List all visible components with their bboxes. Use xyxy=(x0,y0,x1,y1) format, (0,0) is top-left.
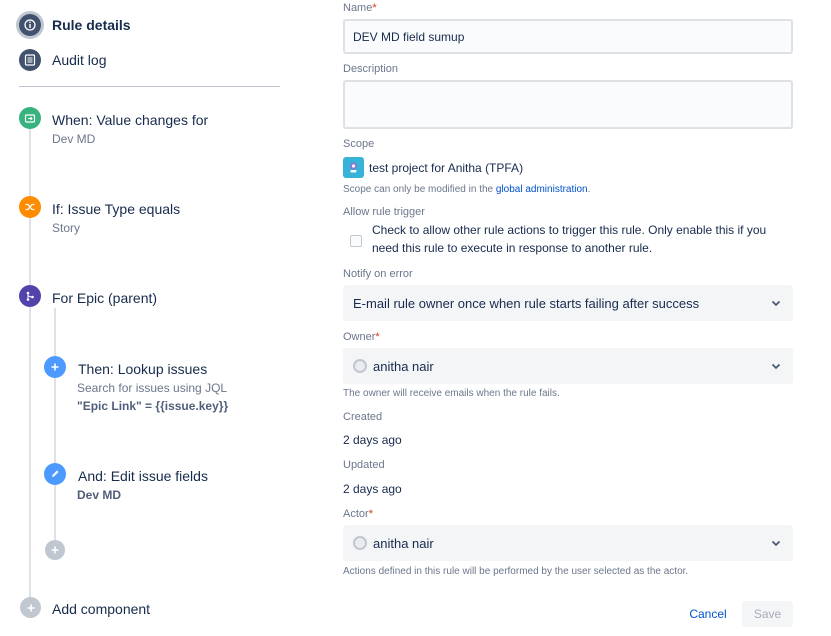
save-button[interactable]: Save xyxy=(742,601,793,627)
scope-label: Scope xyxy=(343,138,375,150)
cancel-button[interactable]: Cancel xyxy=(684,601,732,627)
updated-label: Updated xyxy=(343,459,385,471)
description-label: Description xyxy=(343,63,399,75)
scope-helper: Scope can only be modified in the global… xyxy=(343,184,591,195)
nav-divider xyxy=(19,86,280,87)
lookup-subtitle: Search for issues using JQL xyxy=(77,381,228,395)
owner-label: Owner* xyxy=(343,331,380,343)
lookup-title: Then: Lookup issues xyxy=(78,361,208,377)
actor-select-value: anitha nair xyxy=(373,535,434,551)
actor-label: Actor* xyxy=(343,508,373,520)
allow-trigger-label: Allow rule trigger xyxy=(343,206,425,218)
chevron-down-icon xyxy=(771,540,781,547)
nav-rule-details[interactable]: Rule details xyxy=(19,14,131,36)
trigger-icon xyxy=(19,107,41,129)
notify-select-value: E-mail rule owner once when rule starts … xyxy=(353,295,700,311)
add-component-label: Add component xyxy=(52,601,151,617)
scope-project-name: test project for Anitha (TPFA) xyxy=(369,160,524,175)
edit-title: And: Edit issue fields xyxy=(78,468,208,484)
edit-field: Dev MD xyxy=(77,488,122,502)
branch-title: For Epic (parent) xyxy=(52,290,158,306)
actor-select[interactable]: anitha nair xyxy=(343,525,793,561)
name-label: Name* xyxy=(343,2,377,14)
allow-trigger-text: Check to allow other rule actions to tri… xyxy=(372,223,767,255)
trigger-title: When: Value changes for xyxy=(52,112,209,128)
nav-audit-log[interactable]: Audit log xyxy=(19,49,106,71)
nav-rule-details-label: Rule details xyxy=(52,17,131,33)
add-icon xyxy=(20,597,41,618)
name-input[interactable]: DEV MD field sumup xyxy=(343,19,793,54)
chevron-down-icon xyxy=(771,300,781,307)
condition-title: If: Issue Type equals xyxy=(52,201,181,217)
chevron-down-icon xyxy=(771,363,781,370)
nav-audit-log-label: Audit log xyxy=(52,52,107,68)
allow-trigger-checkbox[interactable] xyxy=(350,235,362,247)
pencil-icon xyxy=(44,463,66,485)
name-input-value: DEV MD field sumup xyxy=(353,29,465,44)
created-value: 2 days ago xyxy=(343,433,402,447)
avatar xyxy=(353,536,367,550)
lookup-jql: "Epic Link" = {{issue.key}} xyxy=(77,399,229,413)
branch-line xyxy=(54,308,56,540)
description-input[interactable] xyxy=(343,80,793,129)
rule-outline-panel: Rule details Audit log When: Value chang… xyxy=(0,0,300,636)
trigger-subtitle: Dev MD xyxy=(52,132,96,146)
avatar xyxy=(353,359,367,373)
global-administration-link[interactable]: global administration xyxy=(496,184,588,195)
add-branch-component-icon[interactable] xyxy=(45,540,65,560)
plus-icon xyxy=(44,356,66,378)
owner-select-value: anitha nair xyxy=(373,358,434,374)
info-icon xyxy=(19,14,41,36)
owner-helper: The owner will receive emails when the r… xyxy=(343,388,560,399)
scope-value: test project for Anitha (TPFA) xyxy=(343,157,523,178)
shuffle-icon xyxy=(19,196,41,218)
project-avatar-icon xyxy=(343,157,364,178)
created-label: Created xyxy=(343,411,383,423)
owner-select[interactable]: anitha nair xyxy=(343,348,793,384)
branch-icon xyxy=(19,285,41,307)
updated-value: 2 days ago xyxy=(343,482,402,496)
condition-subtitle: Story xyxy=(52,221,81,235)
notify-label: Notify on error xyxy=(343,268,413,280)
list-icon xyxy=(19,49,41,71)
actor-helper: Actions defined in this rule will be per… xyxy=(343,566,689,577)
notify-select[interactable]: E-mail rule owner once when rule starts … xyxy=(343,285,793,321)
